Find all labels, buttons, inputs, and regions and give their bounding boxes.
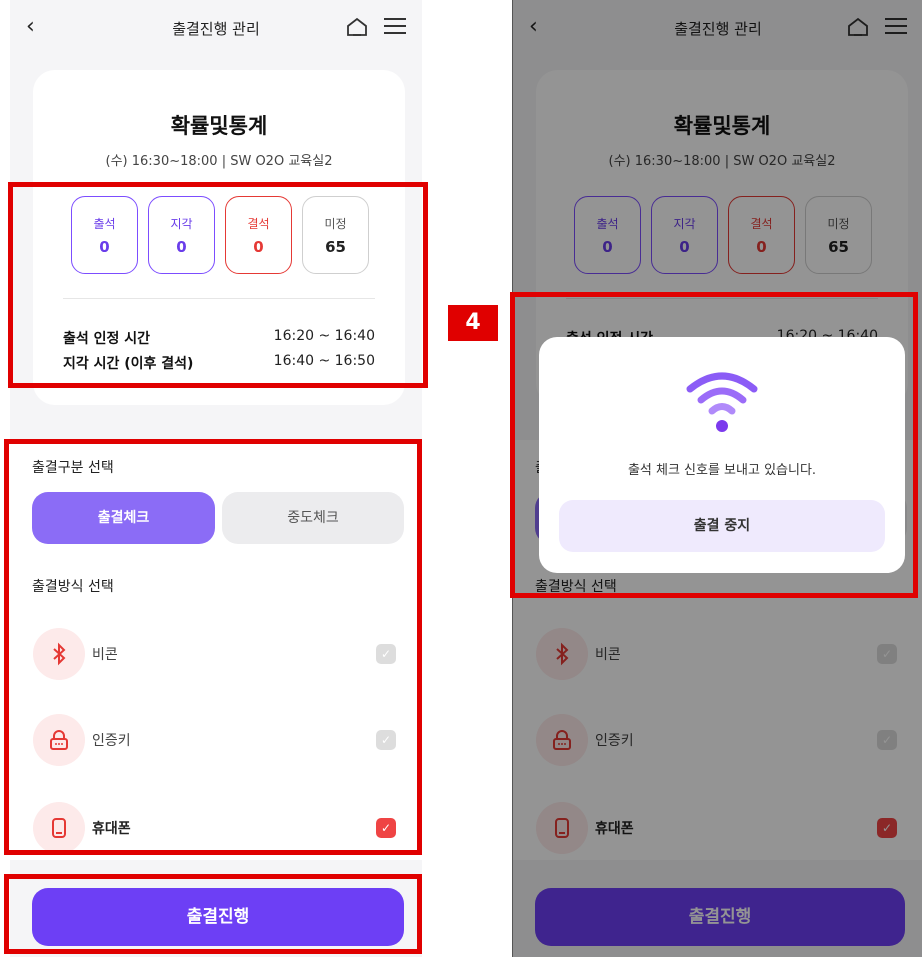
highlight-options (4, 439, 422, 855)
highlight-modal (510, 292, 918, 598)
highlight-cta (4, 874, 422, 954)
course-schedule: (수) 16:30~18:00 | SW O2O 교육실2 (105, 154, 333, 169)
menu-icon[interactable] (384, 18, 406, 36)
course-name: 확률및통계 (170, 114, 268, 138)
step-number-badge: 4 (448, 305, 498, 341)
top-bar: ‹ 출결진행 관리 (10, 0, 422, 60)
highlight-stats (8, 182, 428, 388)
home-icon[interactable] (346, 16, 368, 38)
